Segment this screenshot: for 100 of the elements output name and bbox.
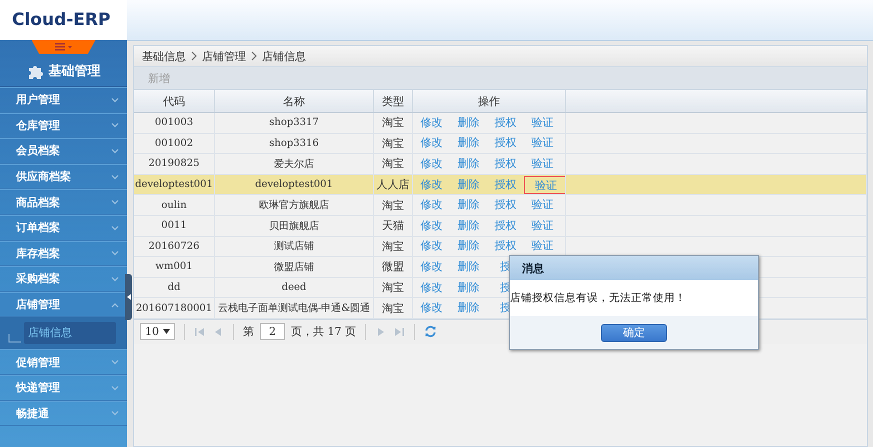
table-cell: 测试店铺	[214, 236, 374, 257]
action-link[interactable]: 授权	[487, 216, 524, 235]
action-link[interactable]: 修改	[413, 237, 450, 256]
action-link[interactable]: 验证	[524, 237, 561, 256]
table-cell: dd	[134, 277, 214, 298]
action-link[interactable]: 验证	[524, 216, 561, 235]
action-link[interactable]: 修改	[413, 258, 450, 276]
breadcrumb-separator-icon	[250, 51, 258, 61]
action-link[interactable]: 授权	[487, 134, 524, 152]
chevron-icon	[111, 384, 119, 391]
tree-line-icon	[8, 334, 22, 344]
action-link[interactable]: 验证	[524, 114, 561, 132]
action-link[interactable]: 修改	[413, 154, 450, 173]
table-cell: 001003	[134, 112, 214, 134]
breadcrumb-item: 店铺管理	[202, 48, 246, 64]
table-cell: shop3316	[214, 133, 374, 154]
action-link[interactable]: 修改	[413, 196, 450, 214]
action-link[interactable]: 授权	[487, 237, 524, 256]
action-link[interactable]: 验证	[524, 196, 561, 214]
table-row[interactable]: developtest001 developtest001 人人店 修改 删除 授权 验证	[134, 174, 866, 195]
sidebar-item[interactable]: 畅捷通	[0, 400, 127, 426]
chevron-icon	[111, 250, 119, 256]
refresh-icon[interactable]	[424, 325, 437, 338]
puzzle-icon	[26, 63, 44, 79]
table-cell: 云栈电子面单测试电偶-申通&圆通	[214, 298, 374, 318]
table-cell: 微盟	[374, 256, 412, 278]
table-cell: 淘宝	[374, 298, 412, 318]
table-cell: 人人店	[374, 174, 412, 195]
table-row[interactable]: oulin 欧琳官方旗舰店 淘宝 修改 删除 授权 验证	[134, 194, 866, 216]
dialog-title: 消息	[522, 260, 544, 276]
table-cell: 天猫	[374, 215, 412, 236]
table-cell: 微盟店铺	[214, 256, 374, 278]
action-link[interactable]: 修改	[413, 176, 450, 194]
table-cell: wm001	[134, 256, 214, 278]
column-header: 类型	[374, 90, 412, 112]
table-cell: 贝田旗舰店	[214, 215, 374, 236]
table-row[interactable]: 001002 shop3316 淘宝 修改 删除 授权 验证	[134, 133, 866, 154]
sidebar-item[interactable]: 会员档案	[0, 138, 127, 164]
chevron-icon	[111, 224, 119, 231]
action-link[interactable]: 删除	[450, 278, 487, 297]
ok-button[interactable]: 确定	[601, 324, 667, 342]
sidebar-item[interactable]: 库存档案	[0, 240, 127, 266]
action-link[interactable]: 删除	[450, 176, 487, 194]
last-page-icon[interactable]	[393, 326, 405, 338]
action-link[interactable]: 授权	[487, 114, 524, 132]
action-link[interactable]: 修改	[413, 299, 450, 318]
sidebar-item[interactable]: 用户管理	[0, 87, 127, 113]
chevron-icon	[111, 148, 119, 154]
action-link[interactable]: 删除	[450, 114, 487, 132]
add-button[interactable]: 新增	[134, 70, 170, 86]
page-number-field[interactable]: 2	[260, 323, 285, 340]
collapse-handle[interactable]	[125, 274, 132, 320]
table-cell: developtest001	[134, 174, 214, 195]
menu-icon	[54, 43, 72, 51]
action-link[interactable]: 修改	[413, 114, 450, 132]
sidebar-item[interactable]: 供应商档案	[0, 164, 127, 190]
action-link[interactable]: 删除	[450, 299, 487, 318]
action-link[interactable]: 修改	[413, 216, 450, 235]
action-link[interactable]: 删除	[450, 134, 487, 152]
chevron-icon	[111, 122, 119, 128]
action-link[interactable]: 验证	[524, 154, 561, 173]
sidebar-subitem[interactable]: 店铺信息	[24, 322, 116, 344]
sidebar-heading: 基础管理	[48, 63, 100, 80]
action-link[interactable]: 删除	[450, 216, 487, 235]
action-link[interactable]: 修改	[413, 134, 450, 152]
table-cell: 20190825	[134, 154, 214, 174]
table-row[interactable]: 001003 shop3317 淘宝 修改 删除 授权 验证	[134, 112, 866, 134]
table-row[interactable]: 20190825 爱夫尔店 淘宝 修改 删除 授权 验证	[134, 154, 866, 174]
table-cell: shop3317	[214, 112, 374, 134]
chevron-icon	[111, 302, 119, 308]
action-link[interactable]: 授权	[487, 176, 524, 194]
app-logo: Cloud-ERP	[12, 10, 110, 30]
table-cell: 淘宝	[374, 133, 412, 154]
dropdown-arrow-icon	[163, 329, 170, 334]
table-row[interactable]: 0011 贝田旗舰店 天猫 修改 删除 授权 验证	[134, 215, 866, 236]
table-cell: 淘宝	[374, 194, 412, 216]
action-link[interactable]: 删除	[450, 154, 487, 173]
page-size-select[interactable]: 10	[140, 323, 175, 340]
chevron-icon	[111, 276, 119, 282]
sidebar-item[interactable]: 店铺管理	[0, 292, 127, 318]
action-link[interactable]: 验证	[524, 134, 561, 152]
action-link[interactable]: 授权	[487, 154, 524, 173]
sidebar-item[interactable]: 仓库管理	[0, 112, 127, 138]
sidebar-item[interactable]: 商品档案	[0, 189, 127, 215]
table-cell: developtest001	[214, 174, 374, 195]
breadcrumb-item: 店铺信息	[262, 48, 306, 64]
action-link[interactable]: 删除	[450, 258, 487, 276]
action-link[interactable]: 修改	[413, 278, 450, 297]
first-page-icon[interactable]	[194, 326, 206, 338]
sidebar-item[interactable]: 快递管理	[0, 374, 127, 401]
sidebar-item[interactable]: 订单档案	[0, 214, 127, 241]
table-cell: 爱夫尔店	[214, 154, 374, 174]
table-cell: 淘宝	[374, 236, 412, 257]
table-cell: 欧琳官方旗舰店	[214, 194, 374, 216]
chevron-icon	[111, 359, 119, 366]
action-link[interactable]: 删除	[450, 237, 487, 256]
breadcrumb-separator-icon	[190, 51, 198, 61]
sidebar-item[interactable]: 促销管理	[0, 349, 127, 375]
action-link[interactable]: 授权	[487, 196, 524, 214]
action-link[interactable]: 删除	[450, 196, 487, 214]
